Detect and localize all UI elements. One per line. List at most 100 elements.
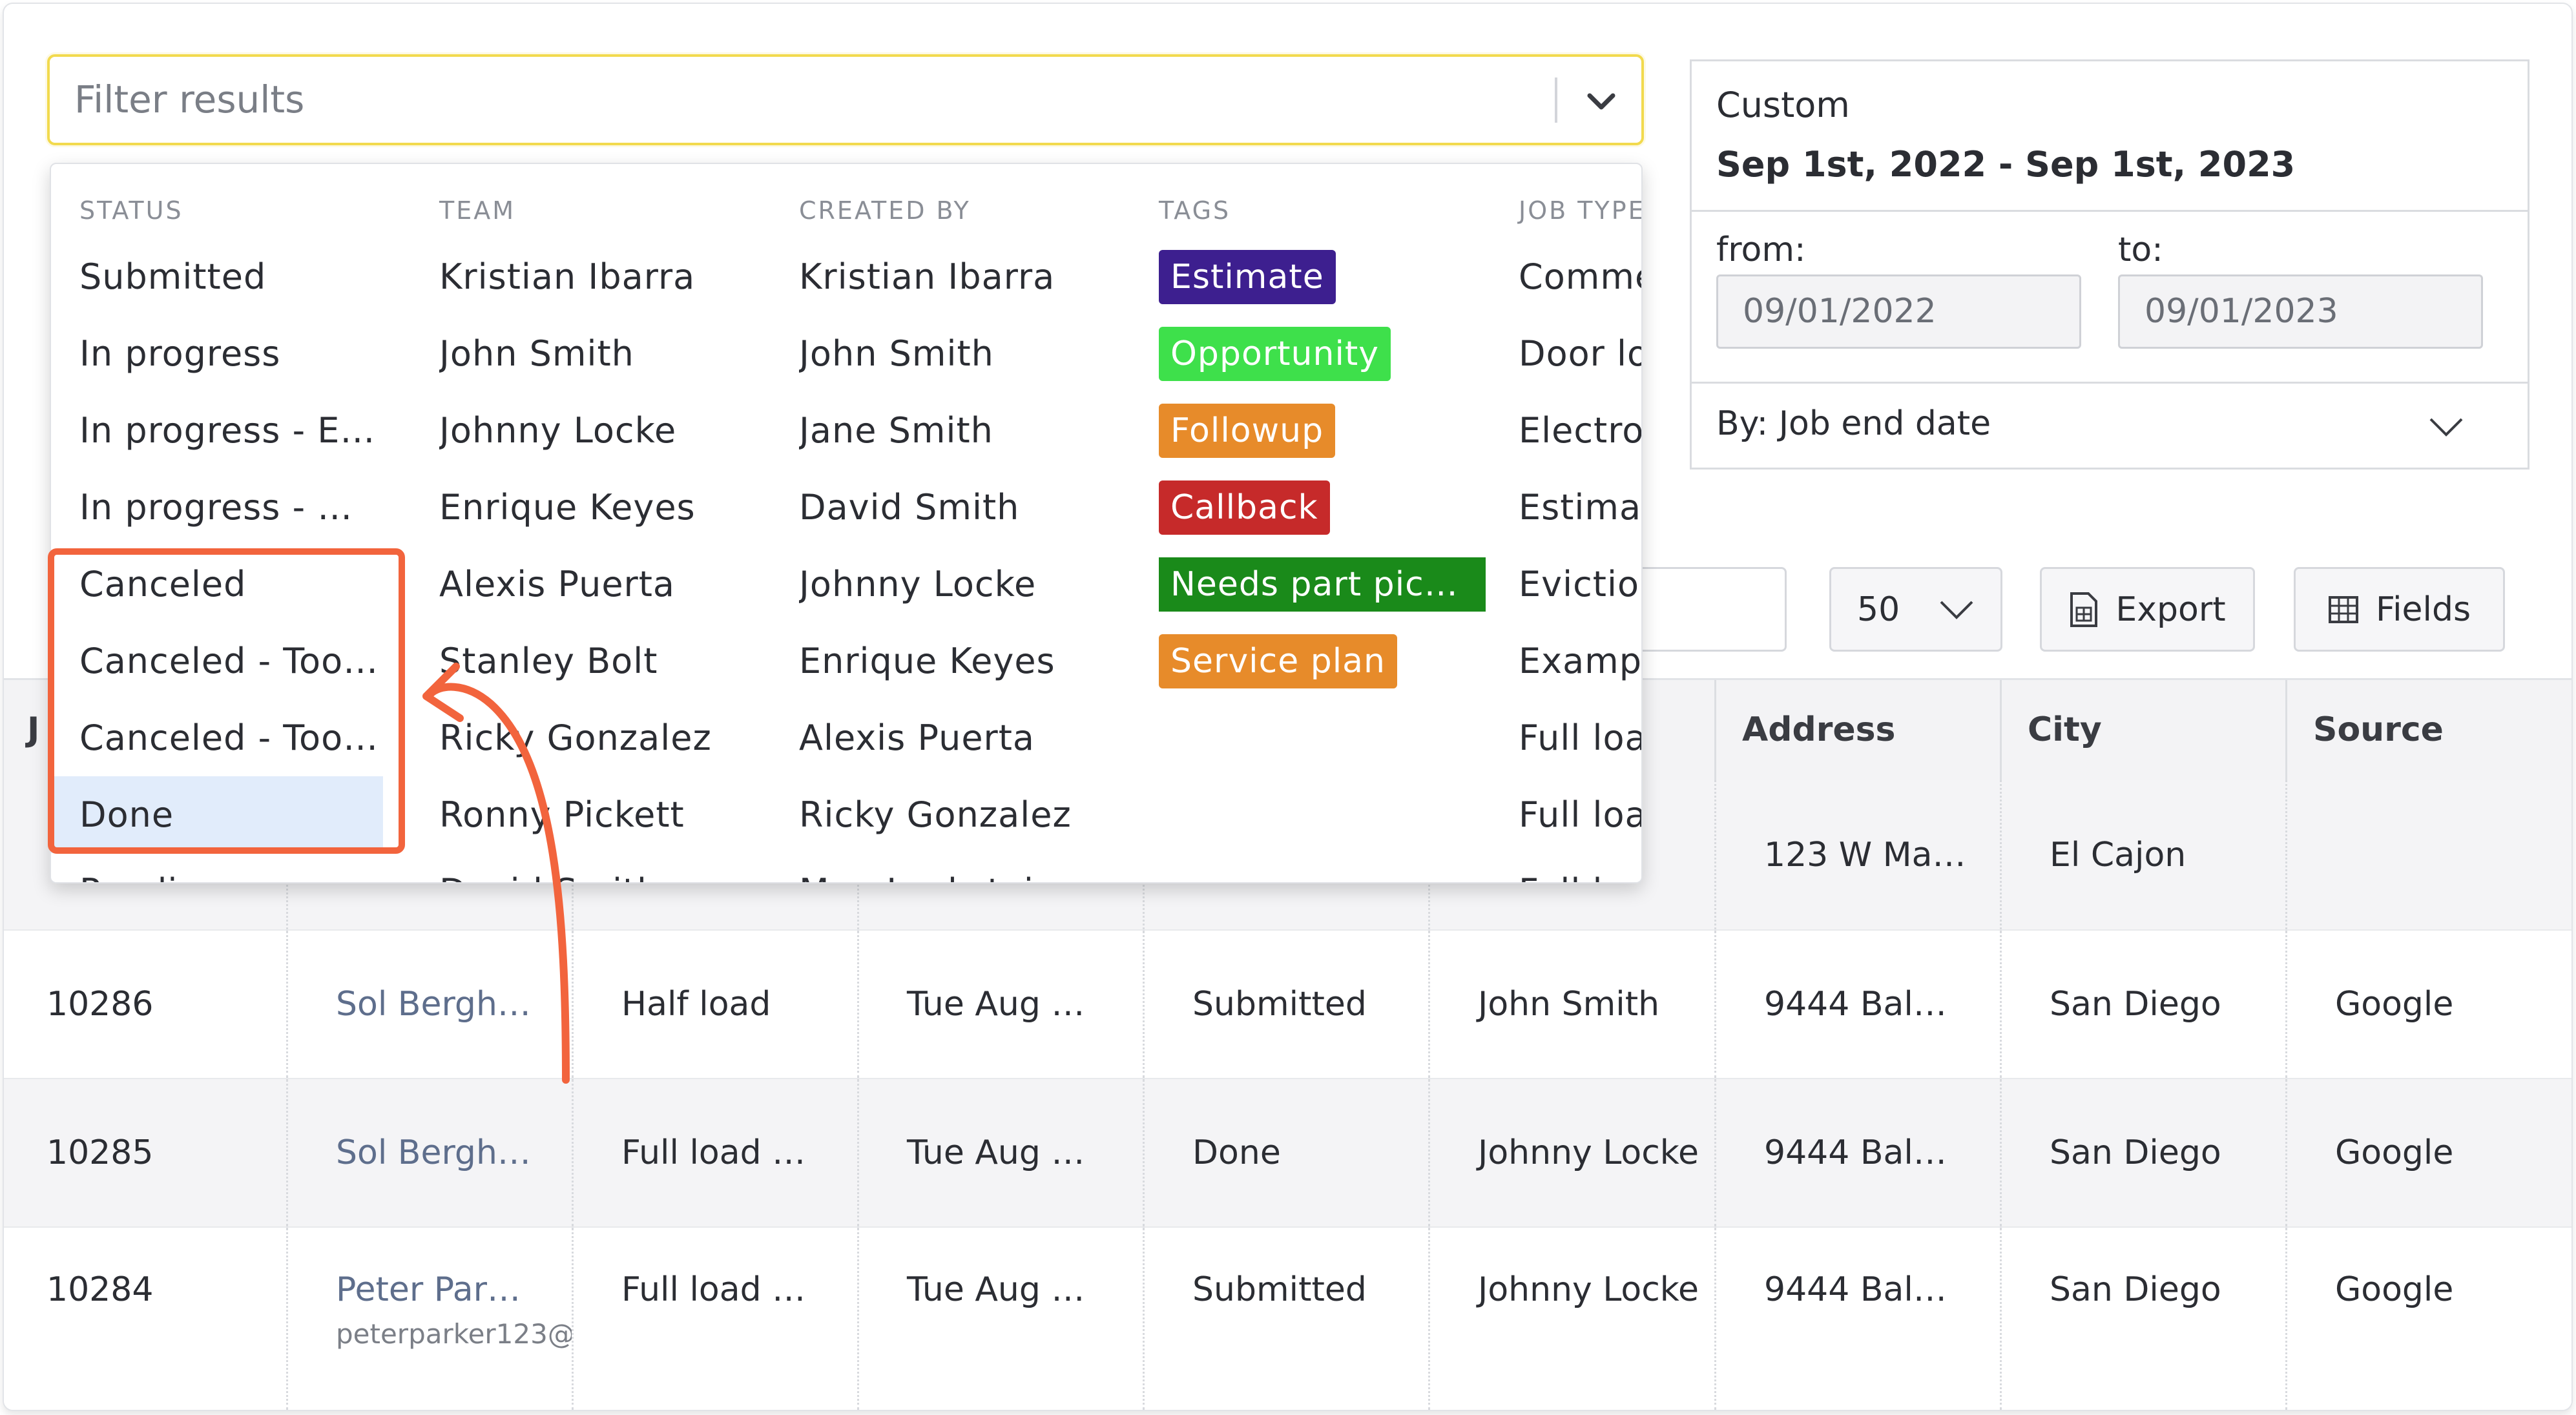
cell-status: Submitted <box>1143 1228 1428 1410</box>
cell-address: 9444 Bal… <box>1714 1228 2000 1410</box>
cell-job-type: Full load … <box>572 1079 857 1226</box>
status-option[interactable]: Submitted <box>79 238 383 315</box>
date-range-value[interactable]: Sep 1st, 2022 - Sep 1st, 2023 <box>1716 144 2295 185</box>
cell-job-type: Full load … <box>572 1228 857 1410</box>
cell-address: 123 W Ma… <box>1714 780 2000 929</box>
cell-status: Submitted <box>1143 931 1428 1078</box>
job-type-option[interactable]: Full load <box>1519 853 1641 882</box>
date-range-panel: Custom Sep 1st, 2022 - Sep 1st, 2023 fro… <box>1690 59 2529 470</box>
customer-link[interactable]: Sol Bergh… <box>336 1133 572 1172</box>
chevron-down-icon[interactable] <box>1582 81 1621 120</box>
created-by-column: CREATED BY Kristian Ibarra John Smith Ja… <box>771 164 1130 882</box>
job-type-option[interactable]: Eviction <box>1519 546 1641 623</box>
column-header-source[interactable]: Source <box>2285 680 2571 780</box>
cell-status: Done <box>1143 1079 1428 1226</box>
filter-results-input[interactable]: Filter results <box>47 54 1644 145</box>
tags-column: TAGS Estimate Opportunity Followup Callb… <box>1130 164 1490 882</box>
from-date-input[interactable]: 09/01/2022 <box>1716 274 2081 349</box>
chevron-down-icon <box>2429 418 2463 437</box>
team-option[interactable]: Ronny Pickett <box>439 776 685 853</box>
cell-date: Tue Aug … <box>857 1079 1143 1226</box>
job-type-heading: JOB TYPE <box>1519 196 1643 225</box>
team-option[interactable]: Enrique Keyes <box>439 469 696 546</box>
created-by-option[interactable]: Kristian Ibarra <box>799 238 1055 315</box>
team-option[interactable]: John Smith <box>439 315 634 392</box>
job-type-option[interactable]: Full load <box>1519 776 1641 853</box>
status-option[interactable]: Canceled - Too… <box>79 699 383 776</box>
column-header-address[interactable]: Address <box>1714 680 2000 780</box>
created-by-option[interactable]: David Smith <box>799 469 1019 546</box>
jobs-page: 50 Export Fields J Address City Source 1… <box>3 3 2573 1411</box>
job-type-option[interactable]: Commercial <box>1519 238 1641 315</box>
job-type-option[interactable]: Electronics <box>1519 392 1641 469</box>
customer-link[interactable]: Sol Bergh… <box>336 985 572 1024</box>
cell-source: Google <box>2285 931 2571 1078</box>
created-by-option[interactable]: Alexis Puerta <box>799 699 1035 776</box>
tag-option[interactable]: Needs part pic… <box>1159 557 1486 612</box>
table-row[interactable]: 10286 Sol Bergh… Half load Tue Aug … Sub… <box>4 931 2571 1079</box>
table-grid-icon <box>2328 595 2358 623</box>
status-option[interactable]: In progress - En… <box>79 392 383 469</box>
customer-email: peterparker123@ <box>336 1318 572 1350</box>
team-heading: TEAM <box>439 196 516 225</box>
cell-source <box>2285 780 2571 929</box>
team-option[interactable]: Ricky Gonzalez <box>439 699 712 776</box>
team-column: TEAM Kristian Ibarra John Smith Johnny L… <box>411 164 771 882</box>
table-row[interactable]: 10285 Sol Bergh… Full load … Tue Aug … D… <box>4 1079 2571 1228</box>
tag-option[interactable]: Service plan <box>1159 634 1397 688</box>
team-option[interactable]: Alexis Puerta <box>439 546 675 623</box>
created-by-option[interactable]: Meg Lockstein <box>799 853 1057 882</box>
export-label: Export <box>2115 590 2226 629</box>
customer-link[interactable]: Peter Par… <box>336 1270 572 1309</box>
cell-job-id: 10285 <box>47 1133 154 1172</box>
status-option[interactable]: Pending <box>79 853 383 882</box>
table-row[interactable]: 10284 Peter Par… peterparker123@ Full lo… <box>4 1228 2571 1410</box>
created-by-option[interactable]: Jane Smith <box>799 392 993 469</box>
job-type-option[interactable]: Door local <box>1519 315 1641 392</box>
tags-heading: TAGS <box>1159 196 1231 225</box>
cell-source: Google <box>2285 1228 2571 1410</box>
status-option[interactable]: In progress - W… <box>79 469 383 546</box>
cell-job-type: Half load <box>572 931 857 1078</box>
status-option[interactable]: In progress <box>79 315 383 392</box>
status-option[interactable]: Canceled - Too… <box>79 623 383 699</box>
team-option[interactable]: Johnny Locke <box>439 392 676 469</box>
cell-source: Google <box>2285 1079 2571 1226</box>
status-option[interactable]: Canceled <box>79 546 383 623</box>
created-by-option[interactable]: Johnny Locke <box>799 546 1036 623</box>
job-type-option[interactable]: Example <box>1519 623 1641 699</box>
team-option[interactable]: David Smith <box>439 853 660 882</box>
team-option[interactable]: Kristian Ibarra <box>439 238 695 315</box>
cell-date: Tue Aug … <box>857 931 1143 1078</box>
fields-button[interactable]: Fields <box>2294 567 2505 652</box>
per-page-select[interactable]: 50 <box>1829 567 2002 652</box>
status-option-selected[interactable]: Done <box>51 776 383 853</box>
status-column: STATUS Submitted In progress In progress… <box>51 164 411 882</box>
divider <box>1692 210 2528 212</box>
tag-option[interactable]: Opportunity <box>1159 327 1391 381</box>
tag-option[interactable]: Callback <box>1159 480 1330 535</box>
per-page-value: 50 <box>1857 590 1900 629</box>
created-by-option[interactable]: Ricky Gonzalez <box>799 776 1072 853</box>
cell-city: San Diego <box>2000 1079 2285 1226</box>
cell-city: San Diego <box>2000 1228 2285 1410</box>
tag-option[interactable]: Followup <box>1159 404 1336 458</box>
created-by-option[interactable]: Enrique Keyes <box>799 623 1055 699</box>
fields-label: Fields <box>2375 590 2471 629</box>
to-date-input[interactable]: 09/01/2023 <box>2118 274 2483 349</box>
filter-dropdown: STATUS Submitted In progress In progress… <box>50 163 1643 883</box>
cell-job-id: 10286 <box>47 985 154 1024</box>
to-label: to: <box>2118 231 2163 269</box>
job-type-option[interactable]: Full load <box>1519 699 1641 776</box>
job-type-option[interactable]: Estimate <box>1519 469 1641 546</box>
cell-customer: Sol Bergh… <box>286 1079 572 1226</box>
date-basis-select[interactable]: By: Job end date <box>1692 384 2528 468</box>
spreadsheet-icon <box>2070 592 2098 627</box>
export-button[interactable]: Export <box>2040 567 2255 652</box>
tag-option[interactable]: Estimate <box>1159 250 1336 304</box>
cell-customer: Sol Bergh… <box>286 931 572 1078</box>
column-header-city[interactable]: City <box>2000 680 2285 780</box>
created-by-heading: CREATED BY <box>799 196 971 225</box>
team-option[interactable]: Stanley Bolt <box>439 623 658 699</box>
created-by-option[interactable]: John Smith <box>799 315 994 392</box>
